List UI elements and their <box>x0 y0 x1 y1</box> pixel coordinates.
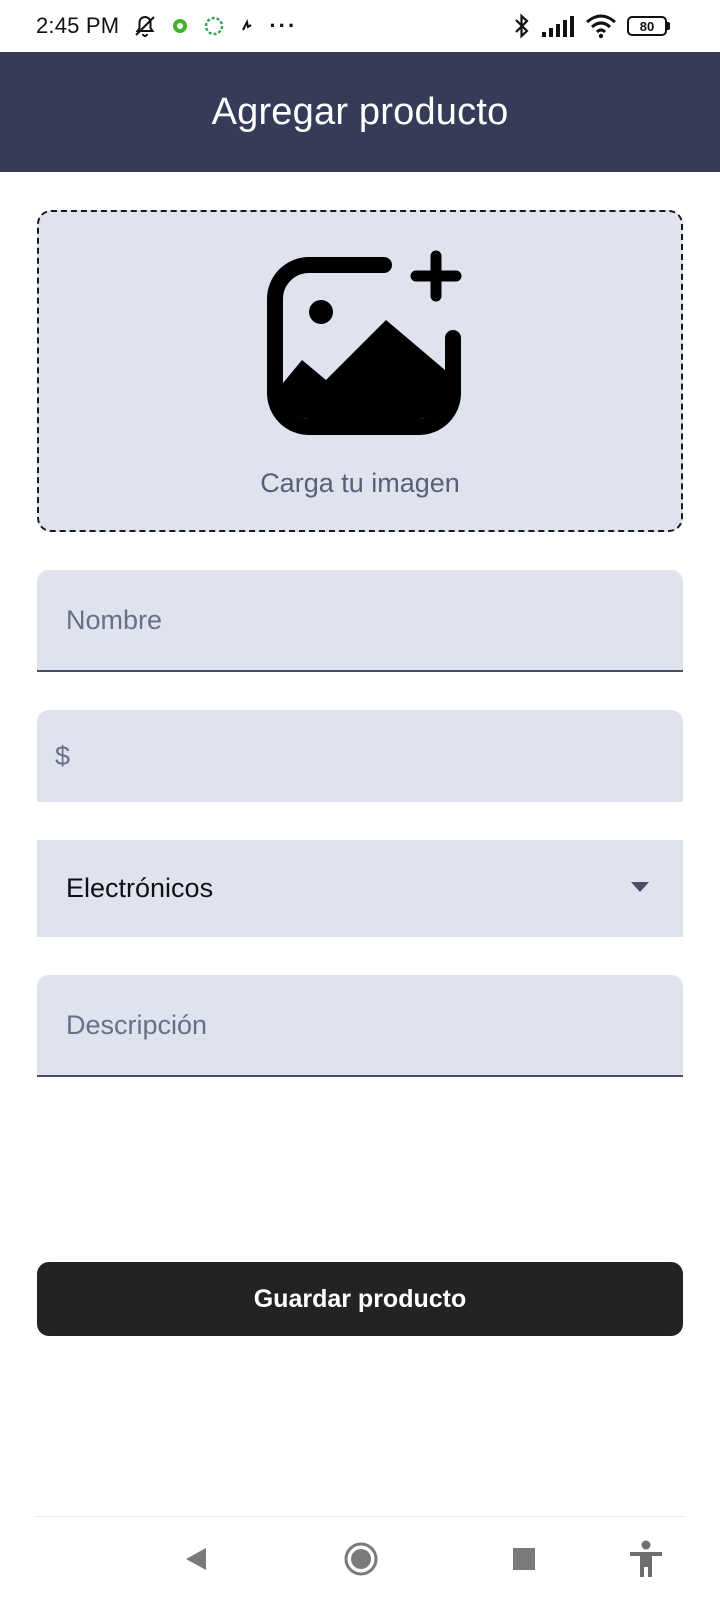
app-bar: Agregar producto <box>0 52 720 172</box>
home-icon[interactable] <box>339 1537 383 1581</box>
recent-apps-icon[interactable] <box>502 1537 546 1581</box>
bell-off-icon <box>135 15 156 37</box>
wifi-icon <box>586 14 616 39</box>
status-right: 80 <box>513 0 670 52</box>
add-photo-icon <box>267 250 462 435</box>
category-selected-value: Electrónicos <box>66 873 214 903</box>
status-bar: 2:45 PM ··· 80 <box>0 0 720 52</box>
description-field[interactable] <box>37 975 683 1077</box>
status-overflow: ··· <box>269 13 298 38</box>
name-field[interactable] <box>37 570 683 672</box>
chevron-down-icon <box>631 882 649 892</box>
save-product-button[interactable]: Guardar producto <box>37 1262 683 1336</box>
accessibility-icon[interactable] <box>624 1537 668 1581</box>
battery-level: 80 <box>627 16 667 36</box>
back-icon[interactable] <box>173 1537 217 1581</box>
signal-icon <box>542 16 574 37</box>
category-dropdown[interactable]: Electrónicos <box>37 840 683 937</box>
small-app-icon <box>242 18 252 31</box>
price-input[interactable] <box>37 710 683 802</box>
bluetooth-icon <box>515 13 529 39</box>
description-input[interactable] <box>37 975 683 1075</box>
price-field[interactable]: $ <box>37 710 683 802</box>
battery-icon: 80 <box>627 16 670 36</box>
page-title: Agregar producto <box>211 90 509 133</box>
name-input[interactable] <box>37 570 683 670</box>
system-nav-bar <box>0 1517 720 1600</box>
image-upload-box[interactable]: Carga tu imagen <box>37 210 683 532</box>
upload-label: Carga tu imagen <box>260 468 460 498</box>
sync-ring-icon <box>205 16 224 36</box>
battery-tip <box>667 22 670 30</box>
status-time: 2:45 PM <box>36 13 120 38</box>
status-left: 2:45 PM ··· <box>36 13 297 39</box>
screen: 2:45 PM ··· 80 Agregar producto Carga tu… <box>0 0 720 1600</box>
app-notification-icon <box>173 19 188 33</box>
